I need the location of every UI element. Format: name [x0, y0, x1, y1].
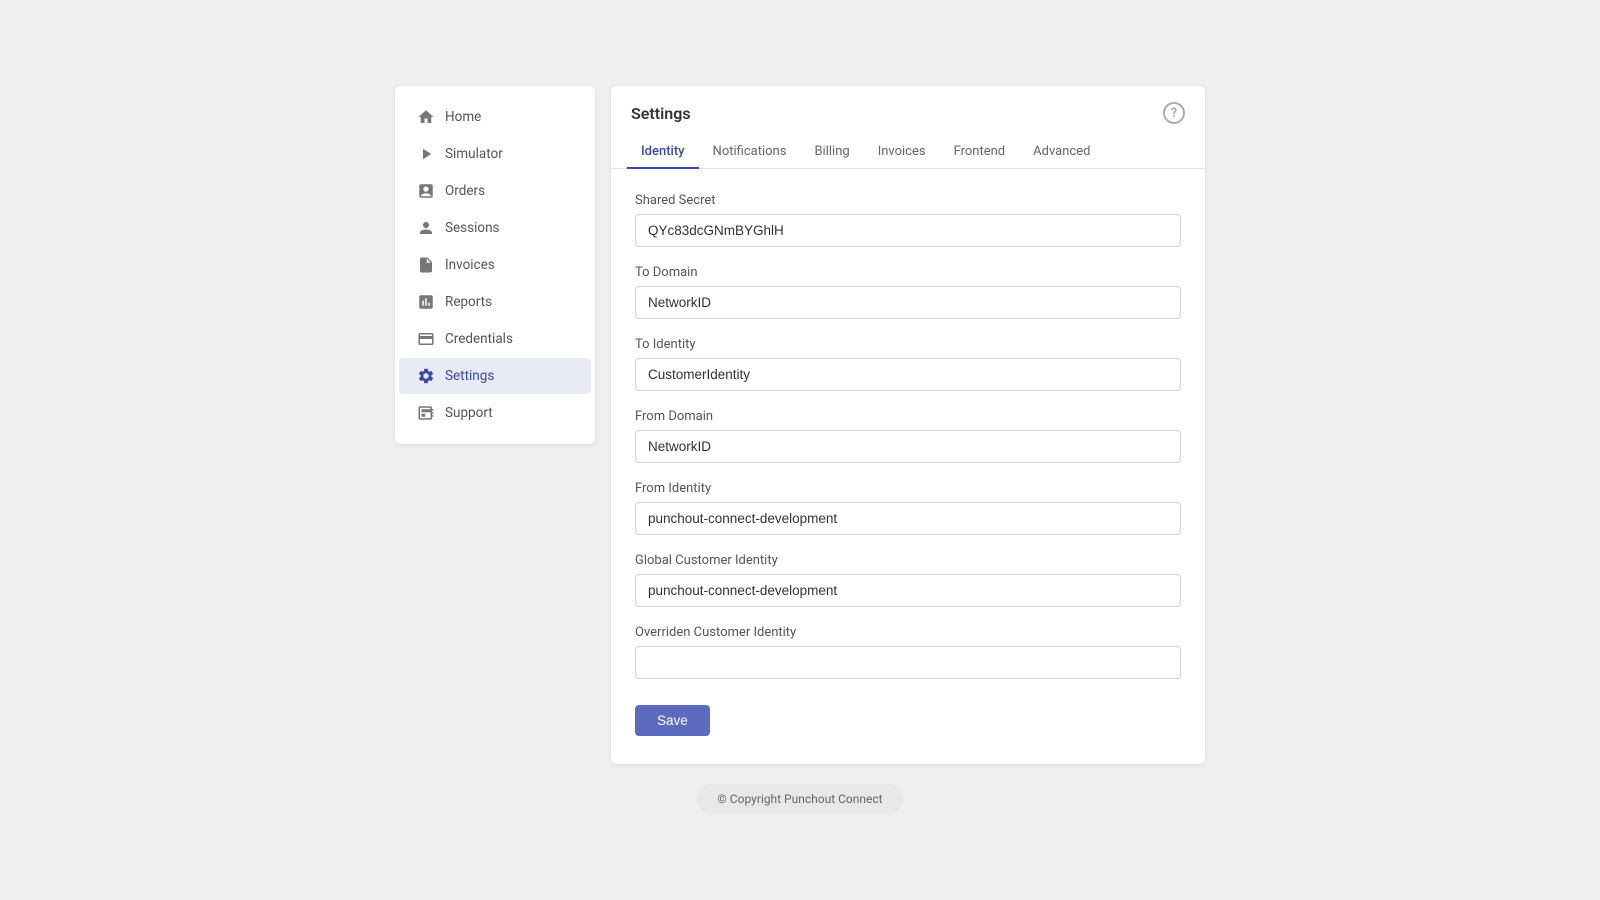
to-domain-label: To Domain — [635, 265, 1181, 280]
copyright-text: © Copyright Punchout Connect — [697, 784, 902, 814]
from-domain-input[interactable] — [635, 430, 1181, 463]
sidebar-item-simulator[interactable]: Simulator — [399, 136, 591, 172]
credentials-icon — [417, 330, 435, 348]
page-wrapper: Home Simulator Orders — [0, 0, 1600, 900]
global-customer-identity-group: Global Customer Identity — [635, 553, 1181, 607]
sidebar-label-settings: Settings — [445, 368, 494, 384]
support-icon — [417, 404, 435, 422]
overriden-customer-identity-label: Overriden Customer Identity — [635, 625, 1181, 640]
settings-header: Settings ? — [611, 86, 1205, 124]
sidebar-item-reports[interactable]: Reports — [399, 284, 591, 320]
global-customer-identity-input[interactable] — [635, 574, 1181, 607]
overriden-customer-identity-input[interactable] — [635, 646, 1181, 679]
shared-secret-input[interactable] — [635, 214, 1181, 247]
from-domain-label: From Domain — [635, 409, 1181, 424]
footer: © Copyright Punchout Connect — [697, 784, 902, 814]
sidebar-item-support[interactable]: Support — [399, 395, 591, 431]
global-customer-identity-label: Global Customer Identity — [635, 553, 1181, 568]
sessions-icon — [417, 219, 435, 237]
sidebar-item-orders[interactable]: Orders — [399, 173, 591, 209]
shared-secret-label: Shared Secret — [635, 193, 1181, 208]
settings-panel: Settings ? Identity Notifications Billin… — [611, 86, 1205, 764]
play-icon — [417, 145, 435, 163]
sidebar-label-orders: Orders — [445, 183, 485, 199]
from-domain-group: From Domain — [635, 409, 1181, 463]
main-content: Settings ? Identity Notifications Billin… — [611, 86, 1205, 764]
home-icon — [417, 108, 435, 126]
to-domain-input[interactable] — [635, 286, 1181, 319]
sidebar-label-sessions: Sessions — [445, 220, 500, 236]
orders-icon — [417, 182, 435, 200]
tab-frontend[interactable]: Frontend — [940, 136, 1020, 169]
tab-identity[interactable]: Identity — [627, 136, 699, 169]
sidebar-item-invoices[interactable]: Invoices — [399, 247, 591, 283]
help-icon[interactable]: ? — [1163, 102, 1185, 124]
tab-advanced[interactable]: Advanced — [1019, 136, 1104, 169]
sidebar-label-invoices: Invoices — [445, 257, 495, 273]
sidebar-label-support: Support — [445, 405, 493, 421]
to-identity-group: To Identity — [635, 337, 1181, 391]
save-button[interactable]: Save — [635, 705, 710, 736]
sidebar-label-simulator: Simulator — [445, 146, 503, 162]
identity-form: Shared Secret To Domain To Identity — [611, 169, 1205, 764]
tabs-container: Identity Notifications Billing Invoices … — [611, 136, 1205, 169]
app-container: Home Simulator Orders — [395, 86, 1205, 764]
tab-notifications[interactable]: Notifications — [699, 136, 801, 169]
settings-icon — [417, 367, 435, 385]
from-identity-group: From Identity — [635, 481, 1181, 535]
sidebar-label-credentials: Credentials — [445, 331, 513, 347]
to-identity-input[interactable] — [635, 358, 1181, 391]
sidebar-label-home: Home — [445, 109, 481, 125]
settings-title: Settings — [631, 104, 691, 123]
tab-invoices[interactable]: Invoices — [864, 136, 940, 169]
invoices-icon — [417, 256, 435, 274]
sidebar-item-home[interactable]: Home — [399, 99, 591, 135]
sidebar-item-settings[interactable]: Settings — [399, 358, 591, 394]
to-identity-label: To Identity — [635, 337, 1181, 352]
reports-icon — [417, 293, 435, 311]
overriden-customer-identity-group: Overriden Customer Identity — [635, 625, 1181, 679]
from-identity-label: From Identity — [635, 481, 1181, 496]
sidebar-item-credentials[interactable]: Credentials — [399, 321, 591, 357]
sidebar-label-reports: Reports — [445, 294, 492, 310]
from-identity-input[interactable] — [635, 502, 1181, 535]
shared-secret-group: Shared Secret — [635, 193, 1181, 247]
tab-billing[interactable]: Billing — [800, 136, 863, 169]
sidebar: Home Simulator Orders — [395, 86, 595, 444]
to-domain-group: To Domain — [635, 265, 1181, 319]
sidebar-item-sessions[interactable]: Sessions — [399, 210, 591, 246]
